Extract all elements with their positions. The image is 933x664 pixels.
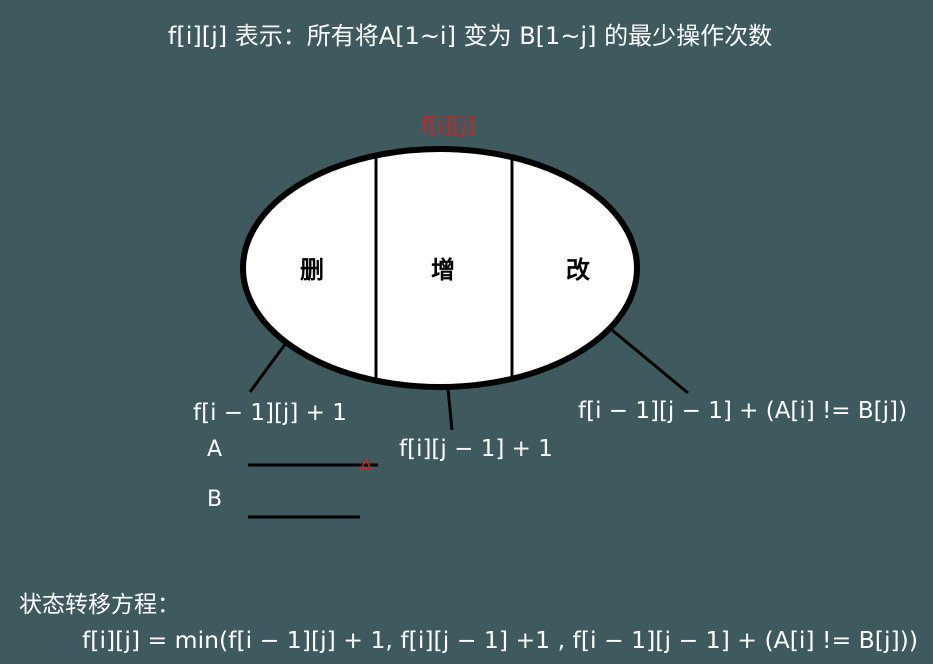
diagram-title: f[i][j] 表示：所有将A[1~i] 变为 B[1~j] 的最少操作次数 [168,22,772,50]
replace-connector [611,328,689,395]
diagram-canvas: f[i][j] 表示：所有将A[1~i] 变为 B[1~j] 的最少操作次数 f… [0,0,933,664]
branch-replace-formula: f[i − 1][j − 1] + (A[i] != B[j]) [578,398,907,424]
string-a-label: A [207,437,222,462]
section-replace: 改 [566,256,590,284]
edit-distance-diagram: f[i][j] 表示：所有将A[1~i] 变为 B[1~j] 的最少操作次数 f… [19,22,918,654]
branch-delete-formula: f[i − 1][j] + 1 [193,400,347,426]
insert-connector [446,388,454,431]
equation-formula: f[i][j] = min(f[i − 1][j] + 1, f[i][j − … [82,628,918,654]
section-insert: 增 [431,256,455,284]
section-delete: 删 [300,256,324,284]
delete-connector [248,342,288,393]
equation-label: 状态转移方程： [19,592,180,618]
branch-insert-formula: f[i][j − 1] + 1 [399,436,553,462]
string-b-label: B [207,487,222,512]
ellipse-label: f[i][j] [421,114,475,139]
